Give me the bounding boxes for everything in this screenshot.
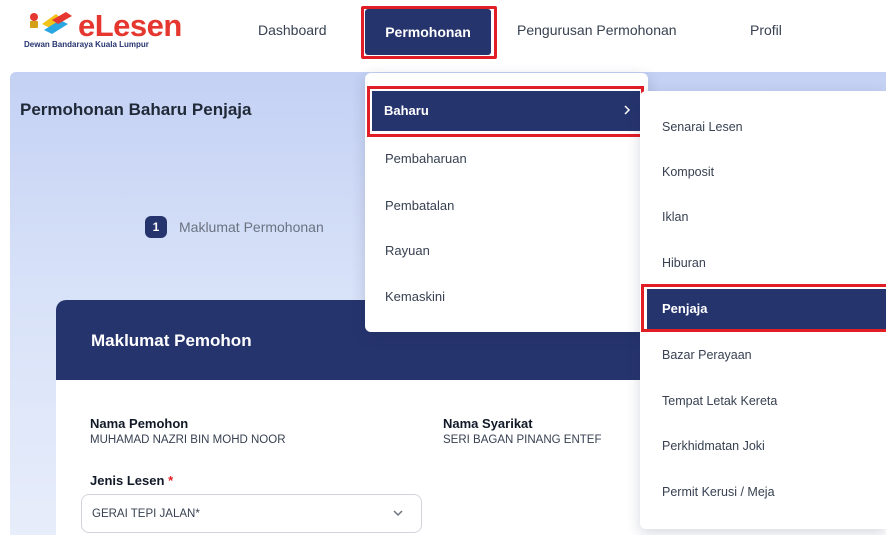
elesen-logo[interactable]: eLesen Dewan Bandaraya Kuala Lumpur	[18, 8, 218, 54]
menu-item-baharu-label: Baharu	[384, 103, 429, 118]
jenis-lesen-select[interactable]: GERAI TEPI JALAN*	[81, 494, 422, 533]
menu-item-kemaskini[interactable]: Kemaskini	[385, 289, 445, 304]
brand-name: eLesen	[78, 8, 182, 43]
submenu-item-senarai-lesen[interactable]: Senarai Lesen	[662, 120, 743, 134]
page-title: Permohonan Baharu Penjaja	[20, 100, 252, 119]
submenu-item-permit-kerusi-meja[interactable]: Permit Kerusi / Meja	[662, 485, 775, 499]
nav-dashboard[interactable]: Dashboard	[258, 22, 327, 38]
submenu-item-penjaja[interactable]: Penjaja	[647, 289, 886, 329]
jenis-lesen-label: Jenis Lesen *	[90, 473, 174, 488]
submenu-item-iklan[interactable]: Iklan	[662, 210, 688, 224]
step-label: Maklumat Permohonan	[179, 219, 324, 235]
nav-permohonan[interactable]: Permohonan	[365, 9, 491, 55]
submenu-item-komposit[interactable]: Komposit	[662, 165, 714, 179]
step-number-badge: 1	[145, 216, 167, 238]
submenu-item-perkhidmatan-joki[interactable]: Perkhidmatan Joki	[662, 439, 765, 453]
menu-item-rayuan[interactable]: Rayuan	[385, 243, 430, 258]
nama-syarikat-value: SERI BAGAN PINANG ENTEF	[443, 434, 602, 446]
nav-pengurusan-permohonan[interactable]: Pengurusan Permohonan	[517, 22, 677, 38]
nav-profil[interactable]: Profil	[750, 22, 782, 38]
submenu-item-hiburan[interactable]: Hiburan	[662, 256, 706, 270]
logo-icon	[30, 12, 72, 34]
nama-syarikat-label: Nama Syarikat	[443, 416, 533, 431]
required-mark: *	[168, 473, 174, 488]
submenu-item-bazar-perayaan[interactable]: Bazar Perayaan	[662, 348, 752, 362]
submenu-item-penjaja-label: Penjaja	[662, 301, 708, 316]
submenu-item-tempat-letak-kereta[interactable]: Tempat Letak Kereta	[662, 394, 777, 408]
jenis-lesen-selected-value: GERAI TEPI JALAN*	[92, 508, 200, 520]
nama-pemohon-value: MUHAMAD NAZRI BIN MOHD NOOR	[90, 434, 286, 446]
chevron-right-icon	[624, 105, 631, 115]
top-navbar: eLesen Dewan Bandaraya Kuala Lumpur Dash…	[0, 0, 886, 70]
card-title: Maklumat Pemohon	[91, 331, 252, 350]
menu-item-pembaharuan[interactable]: Pembaharuan	[385, 151, 467, 166]
menu-item-pembatalan[interactable]: Pembatalan	[385, 198, 454, 213]
brand-subtitle: Dewan Bandaraya Kuala Lumpur	[24, 40, 149, 49]
chevron-down-icon	[393, 510, 403, 517]
menu-item-baharu[interactable]: Baharu	[372, 91, 640, 131]
nama-pemohon-label: Nama Pemohon	[90, 416, 189, 431]
